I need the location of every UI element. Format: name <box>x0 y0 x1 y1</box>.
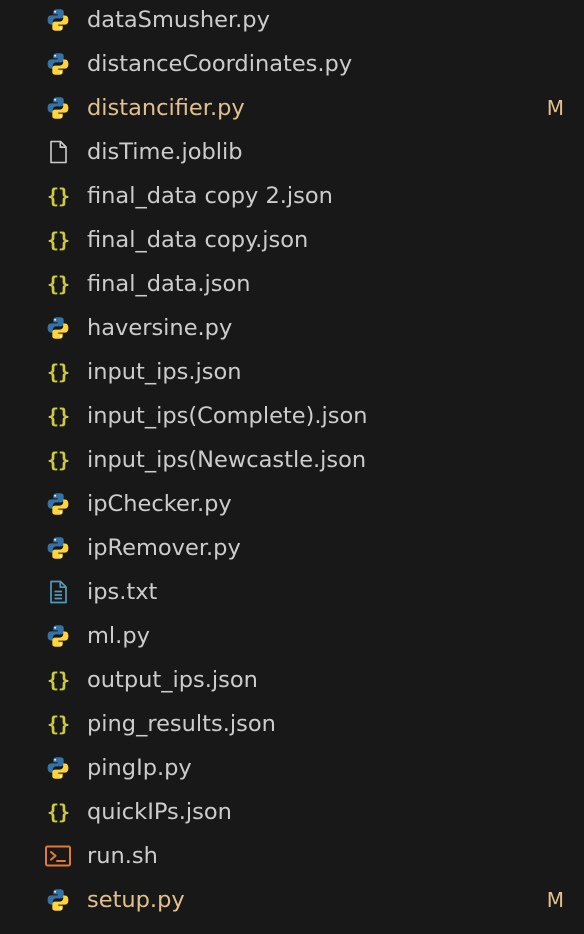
file-row[interactable]: distancifier.py M <box>0 86 584 130</box>
file-name: input_ips(Complete).json <box>87 403 368 429</box>
file-row[interactable]: haversine.py <box>0 306 584 350</box>
file-name: dataSmusher.py <box>87 7 270 33</box>
file-icon <box>44 139 72 165</box>
file-row[interactable]: {} final_data copy.json <box>0 218 584 262</box>
file-row[interactable]: {} final_data copy 2.json <box>0 174 584 218</box>
git-modified-badge: M <box>546 96 564 120</box>
file-name: final_data copy.json <box>87 227 309 253</box>
file-name: final_data copy 2.json <box>87 183 333 209</box>
file-row[interactable]: {} input_ips(Complete).json <box>0 394 584 438</box>
file-row[interactable]: dataSmusher.py <box>0 0 584 42</box>
file-name: ipChecker.py <box>87 491 232 517</box>
python-icon <box>44 755 72 781</box>
file-row[interactable]: ipRemover.py <box>0 526 584 570</box>
file-row[interactable]: ips.txt <box>0 570 584 614</box>
json-icon: {} <box>46 712 70 736</box>
json-icon: {} <box>46 404 70 428</box>
file-row[interactable]: {} quickIPs.json <box>0 790 584 834</box>
file-name: distancifier.py <box>87 95 245 121</box>
file-name: disTime.joblib <box>87 139 243 165</box>
file-row[interactable]: {} input_ips(Newcastle.json <box>0 438 584 482</box>
json-icon: {} <box>46 360 70 384</box>
python-icon <box>44 315 72 341</box>
file-row[interactable]: setup.py M <box>0 878 584 922</box>
file-row[interactable]: ml.py <box>0 614 584 658</box>
python-icon <box>44 491 72 517</box>
python-icon <box>44 95 72 121</box>
file-name: pingIp.py <box>87 755 192 781</box>
json-icon: {} <box>46 272 70 296</box>
file-name: distanceCoordinates.py <box>87 51 353 77</box>
file-row[interactable]: ipChecker.py <box>0 482 584 526</box>
file-name: ipRemover.py <box>87 535 241 561</box>
file-row[interactable]: {} input_ips.json <box>0 350 584 394</box>
json-icon: {} <box>46 800 70 824</box>
file-name: final_data.json <box>87 271 251 297</box>
json-icon: {} <box>46 184 70 208</box>
json-icon: {} <box>46 668 70 692</box>
file-row[interactable]: {} ping_results.json <box>0 702 584 746</box>
file-name: haversine.py <box>87 315 233 341</box>
python-icon <box>44 51 72 77</box>
file-name: ips.txt <box>87 579 158 605</box>
file-name: ml.py <box>87 623 150 649</box>
json-icon: {} <box>46 448 70 472</box>
file-name: run.sh <box>87 843 158 869</box>
file-name: output_ips.json <box>87 667 258 693</box>
file-name: ping_results.json <box>87 711 276 737</box>
file-row[interactable]: {} output_ips.json <box>0 658 584 702</box>
file-row[interactable]: {} final_data.json <box>0 262 584 306</box>
python-icon <box>44 623 72 649</box>
file-row[interactable]: pingIp.py <box>0 746 584 790</box>
text-file-icon <box>44 579 72 605</box>
file-name: input_ips.json <box>87 359 242 385</box>
git-modified-badge: M <box>546 888 564 912</box>
shell-icon <box>44 843 72 869</box>
file-row[interactable]: distanceCoordinates.py <box>0 42 584 86</box>
json-icon: {} <box>46 228 70 252</box>
file-name: input_ips(Newcastle.json <box>87 447 367 473</box>
file-name: setup.py <box>87 887 185 913</box>
python-icon <box>44 535 72 561</box>
file-explorer: dataSmusher.py distanceCoordinates.py dist… <box>0 0 584 934</box>
file-row[interactable]: run.sh <box>0 834 584 878</box>
python-icon <box>44 887 72 913</box>
file-name: quickIPs.json <box>87 799 232 825</box>
python-icon <box>44 7 72 33</box>
file-row[interactable]: disTime.joblib <box>0 130 584 174</box>
